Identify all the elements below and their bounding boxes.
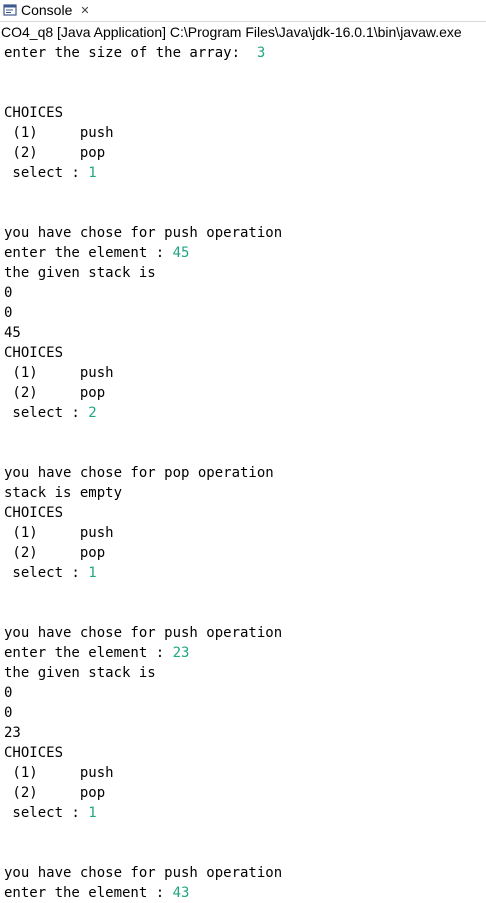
tab-label: Console	[21, 2, 73, 18]
console-line: you have chose for push operation	[4, 223, 486, 243]
console-line: you have chose for push operation	[4, 623, 486, 643]
console-line: (1) push	[4, 123, 486, 143]
console-line: 0	[4, 283, 486, 303]
console-line: (2) pop	[4, 143, 486, 163]
console-line: enter the element : 43	[4, 883, 486, 903]
console-line: stack is empty	[4, 483, 486, 503]
console-line: (2) pop	[4, 783, 486, 803]
console-line-text: CHOICES	[4, 745, 64, 761]
console-line-text: enter the size of the array:	[4, 45, 257, 61]
console-line: select : 1	[4, 563, 486, 583]
console-line: CHOICES	[4, 343, 486, 363]
console-line: 0	[4, 683, 486, 703]
console-line: 23	[4, 723, 486, 743]
console-line-text: 0	[4, 685, 13, 701]
console-line: CHOICES	[4, 503, 486, 523]
console-line: the given stack is	[4, 263, 486, 283]
console-line: enter the element : 45	[4, 243, 486, 263]
console-line-text: 0	[4, 305, 13, 321]
console-line-text: you have chose for push operation	[4, 225, 283, 241]
console-line-text: (2) pop	[4, 545, 106, 561]
console-user-input: 3	[256, 45, 266, 61]
console-line: select : 2	[4, 403, 486, 423]
console-line-text: select :	[4, 165, 89, 181]
console-output[interactable]: enter the size of the array: 3 CHOICES (1…	[4, 43, 486, 903]
console-line: (1) push	[4, 363, 486, 383]
console-line-text: select :	[4, 805, 89, 821]
console-icon	[3, 3, 17, 17]
console-line-text: (1) push	[4, 125, 114, 141]
console-tab-bar: Console ✕	[0, 0, 486, 20]
console-line: 0	[4, 303, 486, 323]
console-line-text: 0	[4, 705, 13, 721]
console-line: 45	[4, 323, 486, 343]
console-line-text: (2) pop	[4, 385, 106, 401]
console-line: (2) pop	[4, 543, 486, 563]
console-line: CHOICES	[4, 103, 486, 123]
console-line: (1) push	[4, 763, 486, 783]
console-line-text: stack is empty	[4, 485, 123, 501]
console-line-text: CHOICES	[4, 505, 64, 521]
console-line: 0	[4, 703, 486, 723]
console-line-text: (2) pop	[4, 145, 106, 161]
console-user-input: 23	[172, 645, 190, 661]
console-line-text: select :	[4, 565, 89, 581]
console-line-text: select :	[4, 405, 89, 421]
console-line-text: (1) push	[4, 765, 114, 781]
console-line-text: the given stack is	[4, 265, 156, 281]
console-line: select : 1	[4, 803, 486, 823]
console-line-text: enter the element :	[4, 245, 173, 261]
console-user-input: 2	[88, 405, 97, 421]
console-line: you have chose for pop operation	[4, 463, 486, 483]
console-line: (2) pop	[4, 383, 486, 403]
console-user-input: 1	[88, 805, 97, 821]
tab-console[interactable]: Console ✕	[0, 0, 90, 20]
console-line-text: 23	[4, 725, 21, 741]
console-line: CHOICES	[4, 743, 486, 763]
console-user-input: 45	[172, 245, 190, 261]
close-icon[interactable]: ✕	[80, 4, 89, 17]
console-line-text: 0	[4, 285, 13, 301]
console-line: enter the element : 23	[4, 643, 486, 663]
console-user-input: 1	[88, 565, 97, 581]
console-line-text: you have chose for push operation	[4, 865, 283, 881]
console-line: you have chose for push operation	[4, 863, 486, 883]
console-line-text: (1) push	[4, 365, 114, 381]
console-user-input: 43	[172, 885, 190, 901]
console-line-text: you have chose for push operation	[4, 625, 283, 641]
console-line-text: enter the element :	[4, 645, 173, 661]
console-line-text: 45	[4, 325, 21, 341]
console-user-input: 1	[88, 165, 97, 181]
console-line-text: (2) pop	[4, 785, 106, 801]
launch-configuration-label: CO4_q8 [Java Application] C:\Program Fil…	[0, 21, 486, 42]
console-line-text: (1) push	[4, 525, 114, 541]
console-line: select : 1	[4, 163, 486, 183]
console-line-text: CHOICES	[4, 105, 64, 121]
console-line-text: the given stack is	[4, 665, 156, 681]
console-line: (1) push	[4, 523, 486, 543]
console-line: the given stack is	[4, 663, 486, 683]
console-line-text: enter the element :	[4, 885, 173, 901]
console-line-text: CHOICES	[4, 345, 64, 361]
console-line-text: you have chose for pop operation	[4, 465, 274, 481]
console-line: enter the size of the array: 3	[4, 43, 486, 63]
